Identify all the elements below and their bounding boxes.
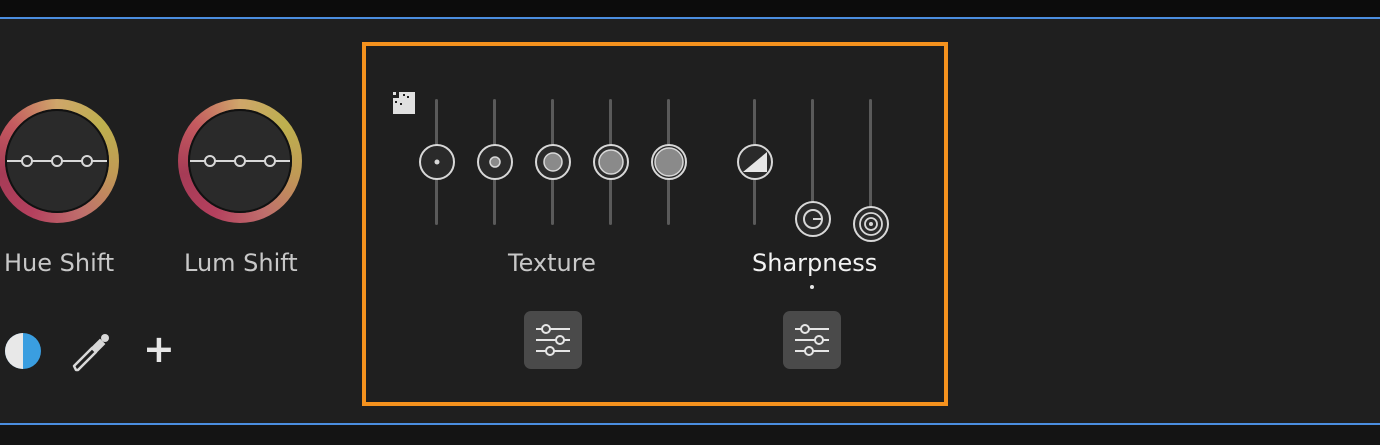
- lum-shift-label: Lum Shift: [184, 249, 298, 277]
- texture-label: Texture: [508, 249, 596, 277]
- plus-icon[interactable]: +: [143, 327, 175, 371]
- sharpness-slider-knob-2[interactable]: [793, 199, 833, 239]
- texture-slider-knob-4[interactable]: [591, 142, 631, 182]
- sharpness-slider-track-2[interactable]: [811, 99, 814, 209]
- bottom-bar: [0, 425, 1380, 445]
- texture-slider-knob-2[interactable]: [475, 142, 515, 182]
- hue-shift-wheel[interactable]: [0, 99, 119, 223]
- hue-shift-line-icon: [7, 155, 107, 167]
- eyedropper-icon[interactable]: [68, 330, 112, 374]
- half-circle-icon[interactable]: [3, 331, 43, 371]
- texture-slider-knob-3[interactable]: [533, 142, 573, 182]
- sharpness-slider-knob-3[interactable]: [851, 204, 891, 244]
- top-bar: [0, 0, 1380, 17]
- sharpness-label: Sharpness: [752, 249, 878, 277]
- texture-slider-knob-1[interactable]: [417, 142, 457, 182]
- noise-grid-icon[interactable]: [389, 88, 417, 116]
- selected-indicator-dot: [810, 285, 814, 289]
- sliders-icon: [536, 324, 570, 356]
- sharpness-slider-knob-1[interactable]: [735, 142, 775, 182]
- hue-shift-label: Hue Shift: [4, 249, 115, 277]
- sharpness-slider-track-3[interactable]: [869, 99, 872, 211]
- sliders-icon: [795, 324, 829, 356]
- texture-slider-knob-5[interactable]: [649, 142, 689, 182]
- lum-shift-line-icon: [190, 155, 290, 167]
- lum-shift-wheel[interactable]: [178, 99, 302, 223]
- texture-settings-button[interactable]: [524, 311, 582, 369]
- sharpness-settings-button[interactable]: [783, 311, 841, 369]
